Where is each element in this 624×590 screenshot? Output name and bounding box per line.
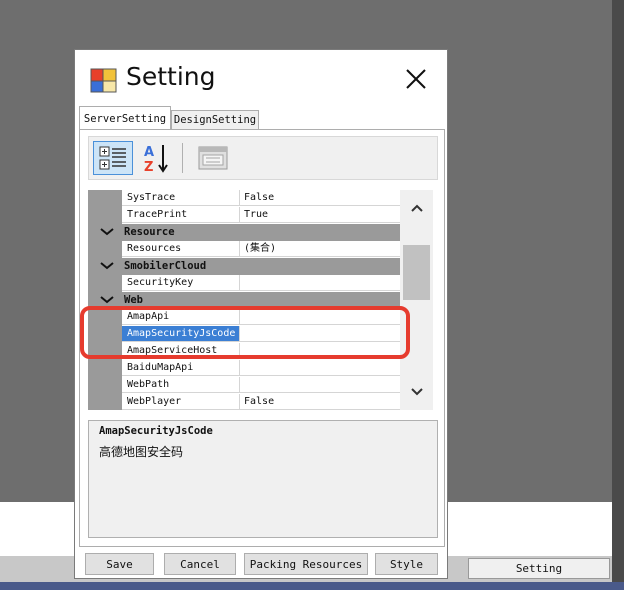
category-row-resource[interactable]: Resource [88, 224, 400, 241]
property-row[interactable]: SecurityKey [88, 275, 400, 292]
chevron-down-icon [410, 388, 423, 396]
property-value[interactable]: (集合) [240, 241, 400, 257]
sort-alphabetical-icon: A Z [144, 145, 168, 174]
svg-text:Z: Z [144, 160, 153, 174]
property-name: AmapServiceHost [122, 343, 240, 359]
categorized-view-icon [99, 146, 126, 170]
property-pages-icon [198, 146, 228, 170]
description-text: 高德地图安全码 [99, 445, 184, 459]
category-row-smobilercloud[interactable]: SmobilerCloud [88, 258, 400, 275]
property-value[interactable] [240, 275, 400, 291]
property-value[interactable] [240, 377, 400, 393]
property-row-selected[interactable]: AmapSecurityJsCode [88, 326, 400, 343]
style-button[interactable]: Style [375, 553, 438, 575]
chevron-down-icon[interactable] [98, 260, 116, 272]
packing-resources-button[interactable]: Packing Resources [244, 553, 368, 575]
property-name: AmapApi [122, 309, 240, 325]
scroll-up-button[interactable] [400, 190, 433, 226]
property-name: AmapSecurityJsCode [122, 326, 240, 342]
property-name: BaiduMapApi [122, 360, 240, 376]
property-name: SysTrace [122, 190, 240, 206]
property-grid-toolbar: A Z [88, 136, 438, 180]
property-row[interactable]: AmapApi [88, 309, 400, 326]
property-value[interactable] [240, 309, 400, 325]
property-value[interactable]: False [240, 394, 400, 410]
tab-design-setting[interactable]: DesignSetting [171, 110, 259, 129]
property-name: WebPlayer [122, 394, 240, 410]
chevron-up-icon [410, 204, 423, 212]
property-value[interactable] [240, 326, 400, 342]
tab-strip: ServerSetting DesignSetting [79, 106, 445, 130]
property-name: TracePrint [122, 207, 240, 223]
property-row[interactable]: BaiduMapApi [88, 360, 400, 377]
property-value[interactable] [240, 360, 400, 376]
grid-scrollbar[interactable] [400, 190, 433, 410]
background-right-edge [612, 0, 624, 590]
dialog-title: Setting [126, 62, 216, 91]
tab-server-setting[interactable]: ServerSetting [79, 106, 171, 130]
chevron-down-icon[interactable] [98, 226, 116, 238]
chevron-down-icon[interactable] [98, 294, 116, 306]
property-pages-button[interactable] [193, 141, 233, 175]
property-row[interactable]: WebPath [88, 377, 400, 394]
server-setting-panel: A Z SysTrace False TracePrint True Resou… [79, 129, 445, 547]
property-row[interactable]: AmapServiceHost [88, 343, 400, 360]
property-grid: SysTrace False TracePrint True Resource … [88, 190, 433, 410]
save-button[interactable]: Save [85, 553, 154, 575]
cancel-button[interactable]: Cancel [164, 553, 236, 575]
property-value[interactable]: False [240, 190, 400, 206]
property-value[interactable]: True [240, 207, 400, 223]
setting-dialog: Setting ServerSetting DesignSetting A Z … [74, 49, 448, 579]
category-label: Resource [124, 226, 175, 238]
alphabetical-button[interactable]: A Z [137, 141, 177, 175]
scroll-thumb[interactable] [403, 245, 430, 300]
taskbar-setting-button[interactable]: Setting [468, 558, 610, 579]
property-row[interactable]: TracePrint True [88, 207, 400, 224]
category-label: Web [124, 294, 143, 306]
scroll-down-button[interactable] [400, 374, 433, 410]
description-title: AmapSecurityJsCode [99, 425, 213, 437]
background-blue-edge [0, 582, 624, 590]
property-row[interactable]: SysTrace False [88, 190, 400, 207]
app-icon [90, 68, 117, 93]
category-row-web[interactable]: Web [88, 292, 400, 309]
categorized-button[interactable] [93, 141, 133, 175]
close-button[interactable] [395, 62, 437, 96]
property-row[interactable]: WebPlayer False [88, 394, 400, 410]
toolbar-separator [182, 143, 183, 173]
property-name: SecurityKey [122, 275, 240, 291]
category-label: SmobilerCloud [124, 260, 207, 272]
title-bar: Setting [75, 50, 447, 106]
property-name: WebPath [122, 377, 240, 393]
close-icon [406, 69, 426, 89]
property-name: Resources [122, 241, 240, 257]
property-row[interactable]: Resources (集合) [88, 241, 400, 258]
description-panel: AmapSecurityJsCode 高德地图安全码 [88, 420, 438, 538]
property-value[interactable] [240, 343, 400, 359]
svg-text:A: A [144, 145, 154, 160]
